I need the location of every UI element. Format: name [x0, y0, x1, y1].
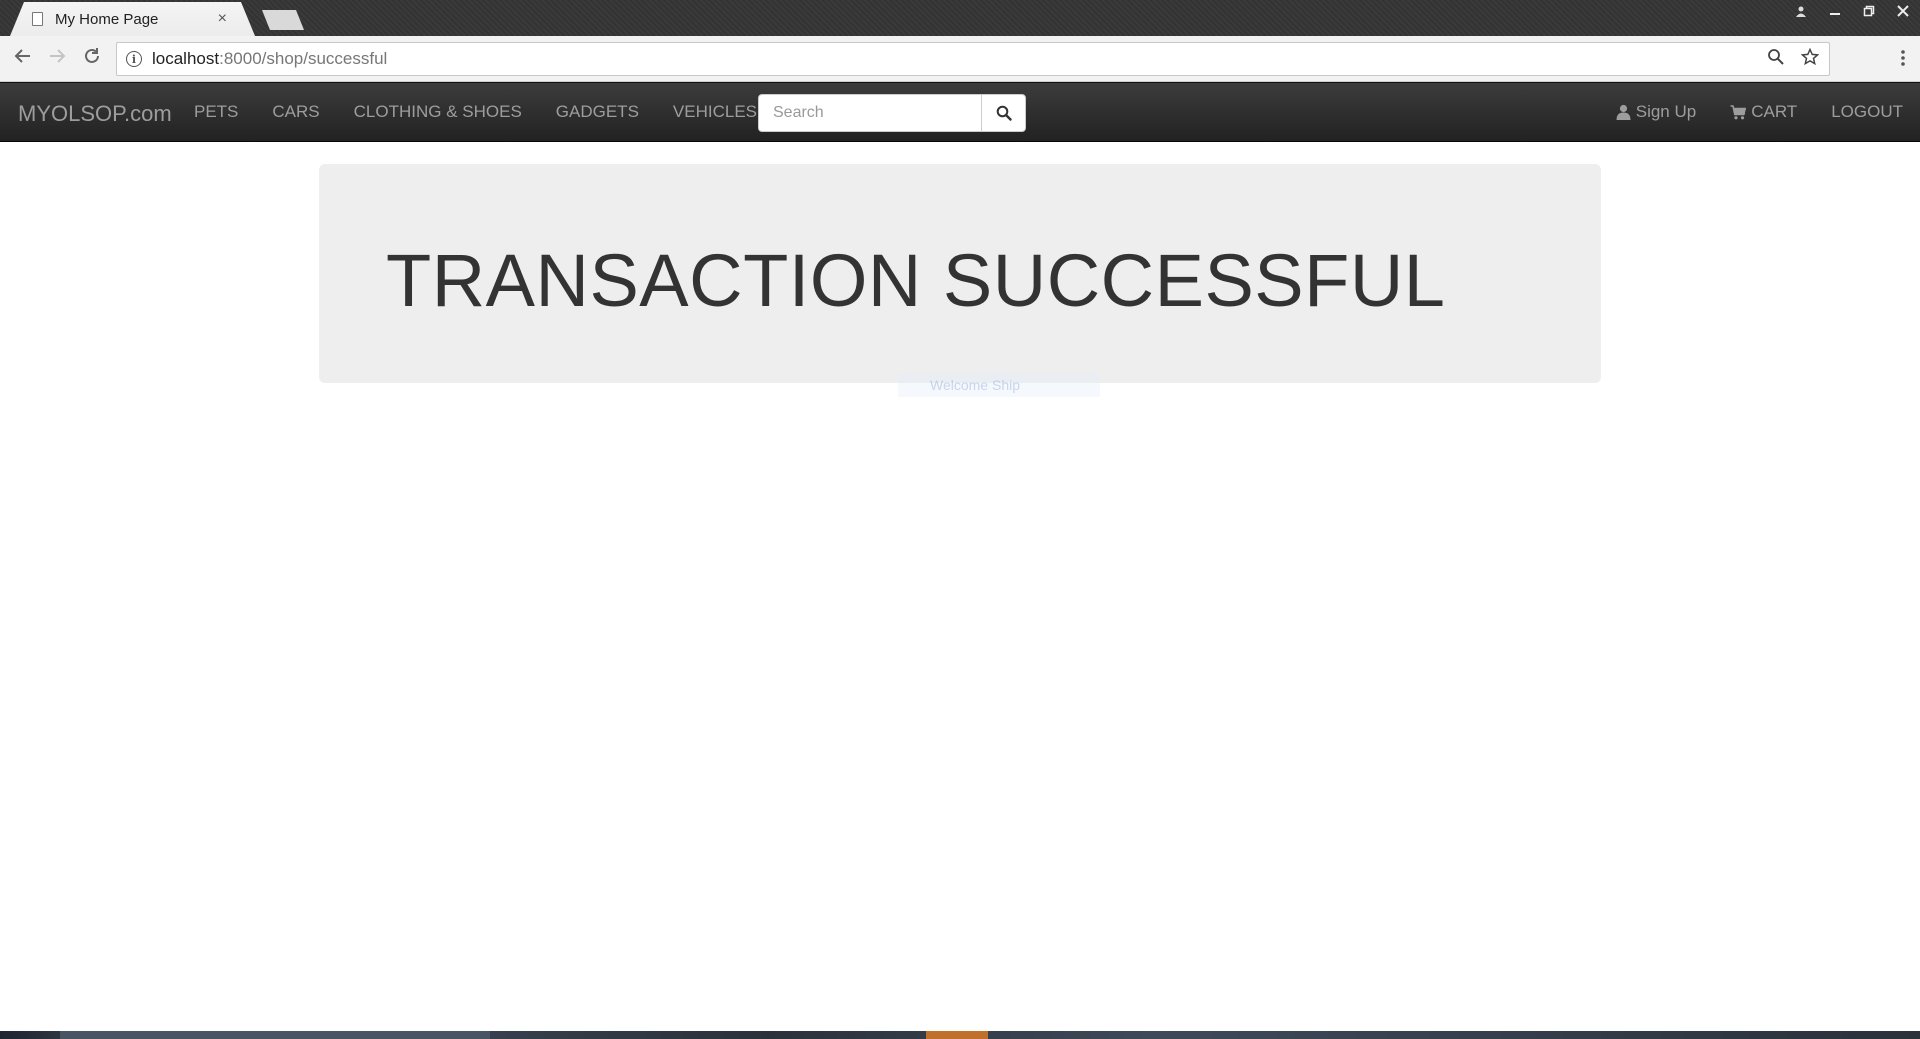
user-icon[interactable]	[1784, 0, 1818, 22]
faded-tooltip: Welcome Ship	[898, 373, 1100, 397]
search-input[interactable]	[758, 94, 981, 132]
address-bar[interactable]: i localhost:8000/shop/successful	[116, 42, 1830, 76]
nav-item-gadgets[interactable]: GADGETS	[539, 83, 656, 141]
back-icon[interactable]	[10, 46, 36, 72]
zoom-icon[interactable]	[1767, 48, 1785, 72]
account-nav: Sign Up CART LOGOUT	[1599, 83, 1920, 141]
search-form	[758, 94, 1026, 132]
url-host: localhost	[152, 49, 220, 68]
search-button[interactable]	[981, 94, 1026, 132]
os-taskbar	[0, 1031, 1920, 1039]
restore-icon[interactable]	[1852, 0, 1886, 22]
browser-tabstrip: My Home Page ×	[0, 0, 1920, 36]
browser-toolbar: i localhost:8000/shop/successful	[0, 36, 1920, 82]
cart-label: CART	[1751, 102, 1798, 121]
info-icon[interactable]: i	[126, 51, 142, 67]
shopping-cart-icon	[1730, 104, 1747, 119]
browser-menu-icon[interactable]	[1900, 48, 1906, 72]
sign-up-link[interactable]: Sign Up	[1599, 83, 1713, 141]
brand-logo[interactable]: MYOLSOP.com	[18, 101, 172, 127]
nav-item-vehicles[interactable]: VEHICLES	[656, 83, 774, 141]
taskbar-pinned-item[interactable]	[926, 1031, 988, 1039]
bookmark-star-icon[interactable]	[1800, 47, 1820, 72]
nav-item-cars[interactable]: CARS	[255, 83, 336, 141]
nav-item-clothing-shoes[interactable]: CLOTHING & SHOES	[337, 83, 539, 141]
logout-label: LOGOUT	[1831, 102, 1903, 121]
browser-tab[interactable]: My Home Page ×	[10, 2, 255, 36]
reload-icon[interactable]	[79, 46, 105, 72]
search-icon	[996, 105, 1012, 121]
category-nav: PETS CARS CLOTHING & SHOES GADGETS VEHIC…	[177, 83, 774, 141]
site-navbar: MYOLSOP.com PETS CARS CLOTHING & SHOES G…	[0, 82, 1920, 142]
forward-icon[interactable]	[44, 46, 70, 72]
tab-title: My Home Page	[55, 10, 159, 28]
page-icon	[32, 12, 43, 26]
nav-item-pets[interactable]: PETS	[177, 83, 255, 141]
tab-close-icon[interactable]: ×	[218, 10, 227, 28]
sign-up-label: Sign Up	[1635, 102, 1697, 121]
window-controls	[1784, 0, 1920, 22]
minimize-icon[interactable]	[1818, 0, 1852, 22]
logout-link[interactable]: LOGOUT	[1814, 83, 1920, 141]
user-icon	[1616, 104, 1631, 120]
close-icon[interactable]	[1886, 0, 1920, 22]
cart-link[interactable]: CART	[1713, 83, 1814, 141]
taskbar-active-item[interactable]	[60, 1031, 490, 1039]
new-tab-button[interactable]	[262, 10, 304, 30]
omnibox-actions	[1767, 47, 1820, 72]
url-text: localhost:8000/shop/successful	[152, 49, 387, 69]
jumbotron: TRANSACTION SUCCESSFUL	[319, 164, 1601, 383]
page-title: TRANSACTION SUCCESSFUL	[386, 239, 1446, 322]
url-path: :8000/shop/successful	[219, 49, 388, 68]
